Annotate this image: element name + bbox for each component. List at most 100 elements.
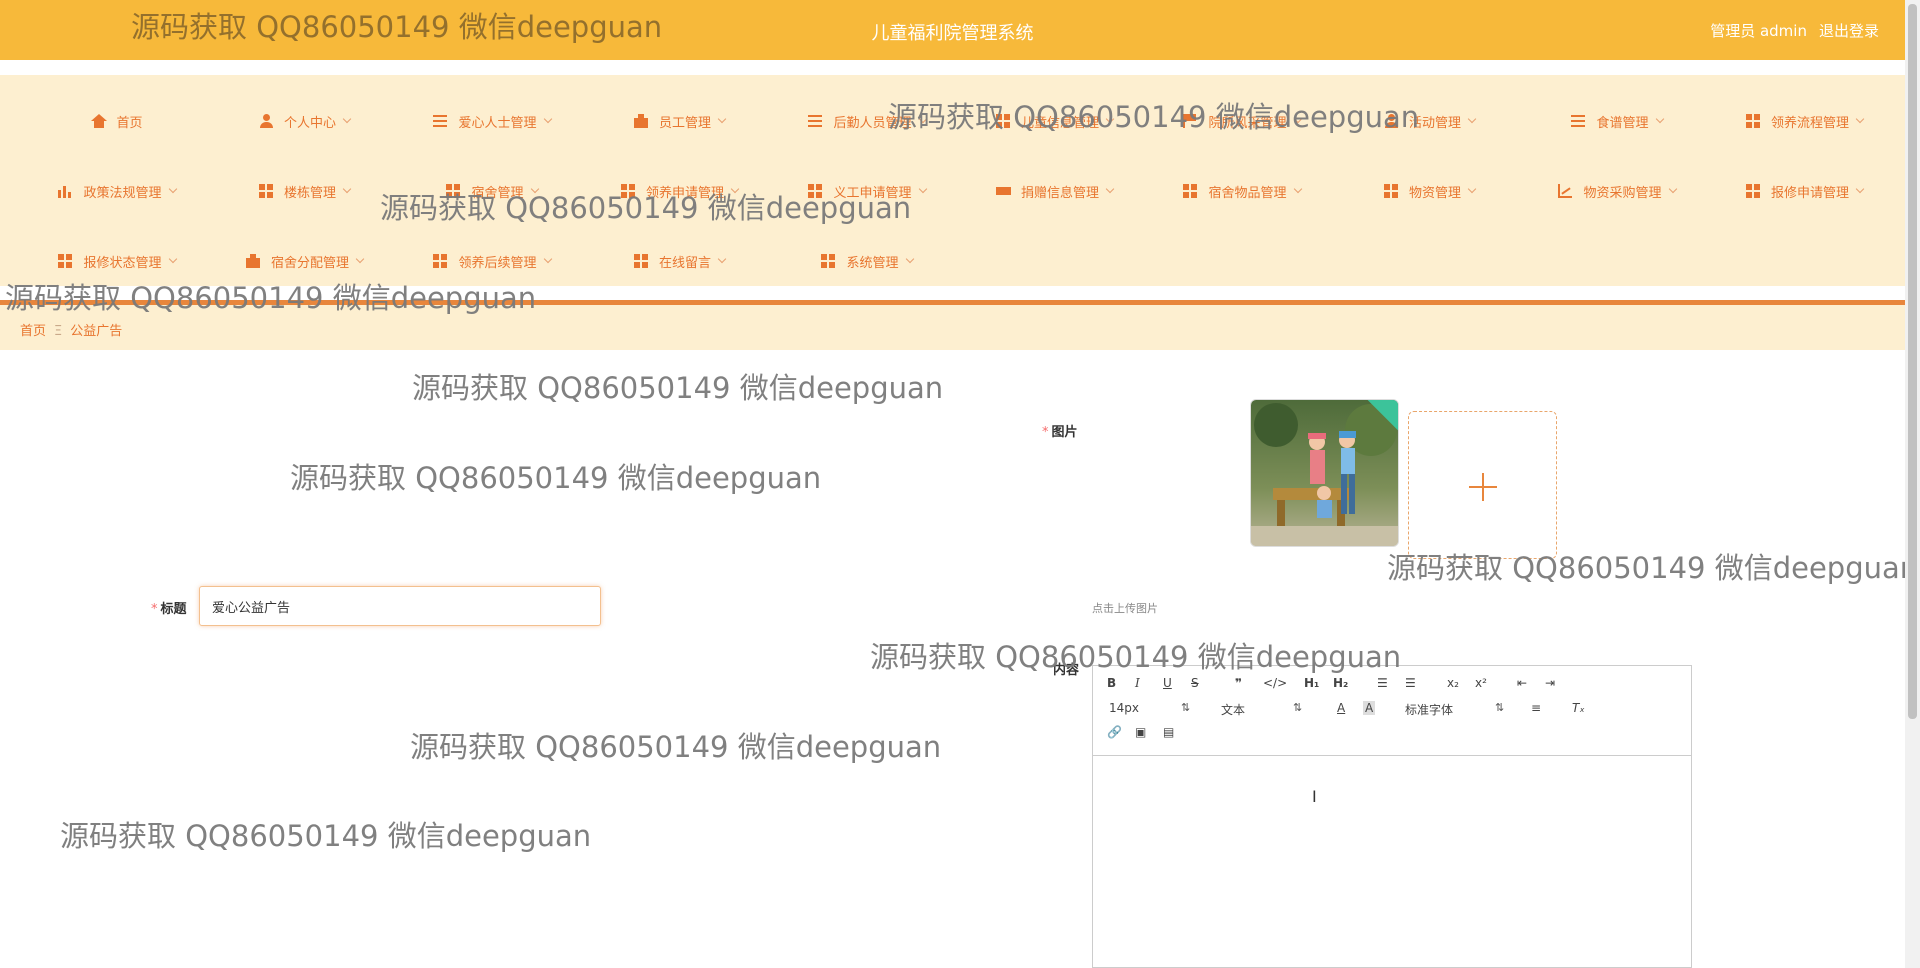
nav-item[interactable]: 宿舍管理 [402,171,582,211]
nav-item[interactable]: 爱心人士管理 [402,101,582,141]
nav-item[interactable]: 活动管理 [1340,101,1520,141]
uploaded-image-thumbnail[interactable] [1250,399,1399,547]
chevron-down-icon [168,254,177,264]
nav-item-label: 物资管理 [1408,185,1461,201]
nav-item-label: 宿舍管理 [471,185,524,201]
link-icon[interactable]: 🔗 [1107,725,1122,739]
font-size-select[interactable]: 14px [1109,701,1190,715]
video-icon[interactable]: ▤ [1163,725,1174,739]
subscript-icon[interactable]: x₂ [1447,676,1459,690]
nav-item-label: 个人中心 [283,115,336,131]
chevron-down-icon [1467,184,1477,194]
font-family-select[interactable]: 标准字体 [1405,701,1504,718]
nav-item[interactable]: 物资采购管理 [1527,171,1707,211]
clear-format-icon[interactable]: Tₓ [1572,701,1585,715]
chevron-down-icon [918,114,927,124]
background-color-icon[interactable]: A [1363,701,1376,715]
nav-item[interactable]: 报修申请管理 [1715,171,1895,211]
grid-icon [58,254,74,268]
nav-item[interactable]: 首页 [27,101,207,141]
nav-item-label: 报修申请管理 [1770,185,1849,201]
nav-item[interactable]: 政策法规管理 [27,171,207,211]
editor-content-area[interactable] [1093,757,1691,967]
underline-icon[interactable]: U [1163,676,1172,690]
list-icon [1571,114,1587,128]
nav-item[interactable]: 义工申请管理 [777,171,957,211]
outdent-icon[interactable]: ⇤ [1517,676,1527,690]
breadcrumb-separator-icon: Ξ [54,324,63,339]
nav-item[interactable]: 物资管理 [1340,171,1520,211]
nav-item[interactable]: 后勤人员管理 [777,101,957,141]
code-block-icon[interactable]: </> [1263,676,1287,690]
nav-item[interactable]: 儿童信息管理 [965,101,1145,141]
nav-item[interactable]: 员工管理 [590,101,770,141]
chevron-down-icon [717,114,727,124]
main-nav: 首页 个人中心 爱心人士管理 员工管理 后勤人员管理 儿童信息管理 院所风采管理 活动管理 食谱… [0,75,1905,286]
system-title: 儿童福利院管理系统 [871,23,1034,44]
nav-item[interactable]: 捐赠信息管理 [965,171,1145,211]
heading-2-icon[interactable]: H₂ [1333,676,1348,690]
bag-icon [633,114,649,128]
image-icon[interactable]: ▣ [1135,725,1146,739]
page-scrollbar[interactable] [1905,0,1920,968]
grid-icon [633,254,649,268]
indent-icon[interactable]: ⇥ [1545,676,1555,690]
grid-icon [1183,184,1199,198]
grid-icon [808,184,824,198]
align-icon[interactable]: ≡ [1531,701,1541,715]
grid-icon [821,254,837,268]
nav-item[interactable]: 食谱管理 [1527,101,1707,141]
nav-item-label: 义工申请管理 [833,185,912,201]
heading-1-icon[interactable]: H₁ [1304,676,1319,690]
chevron-down-icon [1293,184,1302,194]
list-icon [808,114,824,128]
children-photo [1251,400,1398,546]
line-chart-icon [1558,184,1574,198]
nav-item-label: 员工管理 [658,115,711,131]
nav-item[interactable]: 院所风采管理 [1152,101,1332,141]
nav-item[interactable]: 系统管理 [777,241,957,281]
strikethrough-icon[interactable]: S [1191,676,1199,690]
nav-item[interactable]: 领养申请管理 [590,171,770,211]
font-color-icon[interactable]: A [1337,701,1345,715]
chevron-down-icon [543,254,552,264]
nav-item[interactable]: 楼栋管理 [215,171,395,211]
user-area: 管理员 admin 退出登录 [1698,20,1879,41]
nav-item[interactable]: 报修状态管理 [27,241,207,281]
bold-icon[interactable]: B [1107,676,1116,690]
nav-item[interactable]: 领养流程管理 [1715,101,1895,141]
content-label: 内容 [1053,663,1080,678]
nav-item[interactable]: 宿舍物品管理 [1152,171,1332,211]
scrollbar-thumb[interactable] [1908,4,1917,719]
nav-item-label: 宿舍物品管理 [1208,185,1287,201]
nav-item-label: 在线留言 [658,255,711,271]
nav-item[interactable]: 个人中心 [215,101,395,141]
nav-item-label: 食谱管理 [1596,115,1649,131]
nav-item[interactable]: 在线留言 [590,241,770,281]
nav-item-label: 儿童信息管理 [1020,115,1099,131]
rich-text-editor: B I U S ❞ </> H₁ H₂ ☰ ☰ x₂ x² ⇤ ⇥ 14px 文… [1092,665,1692,968]
watermark-text: 源码获取 QQ86050149 微信deepguan [410,730,942,764]
breadcrumb-current: 公益广告 [70,324,123,339]
breadcrumb-home[interactable]: 首页 [20,324,46,339]
nav-item-label: 领养流程管理 [1770,115,1849,131]
grid-icon [1745,114,1761,128]
image-label: * 图片 [1042,425,1078,440]
ordered-list-icon[interactable]: ☰ [1377,676,1388,690]
upload-image-button[interactable] [1408,411,1557,559]
italic-icon[interactable]: I [1135,676,1140,690]
chevron-down-icon [1293,114,1302,124]
nav-item[interactable]: 领养后续管理 [402,241,582,281]
nav-item[interactable]: 宿舍分配管理 [215,241,395,281]
nav-item-label: 领养申请管理 [645,185,724,201]
title-input[interactable] [199,586,601,626]
blockquote-icon[interactable]: ❞ [1235,676,1242,690]
chevron-down-icon [717,254,727,264]
nav-item-label: 领养后续管理 [458,255,537,271]
nav-menu: 首页 个人中心 爱心人士管理 员工管理 后勤人员管理 儿童信息管理 院所风采管理 活动管理 食谱… [0,75,1905,286]
nav-item-label: 后勤人员管理 [833,115,912,131]
bullet-list-icon[interactable]: ☰ [1405,676,1416,690]
block-type-select[interactable]: 文本 [1221,701,1302,718]
superscript-icon[interactable]: x² [1475,676,1487,690]
logout-link[interactable]: 退出登录 [1819,22,1879,40]
